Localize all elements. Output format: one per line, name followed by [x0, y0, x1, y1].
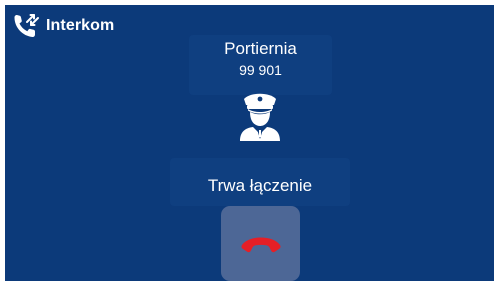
app-title: Interkom [46, 17, 115, 34]
contact-name: Portiernia [224, 39, 297, 58]
hang-up-icon [240, 237, 281, 252]
phone-transfer-icon [12, 12, 40, 40]
header: Interkom [12, 11, 114, 41]
hang-up-button[interactable] [221, 206, 300, 281]
call-status: Trwa łączenie [207, 176, 313, 195]
intercom-screen: Interkom Portiernia 99 901 Trwa łączenie [5, 5, 494, 281]
contact-info: Portiernia 99 901 [189, 35, 332, 95]
security-guard-icon [234, 89, 286, 141]
contact-number: 99 901 [239, 62, 282, 78]
call-status-panel: Trwa łączenie [170, 158, 350, 206]
